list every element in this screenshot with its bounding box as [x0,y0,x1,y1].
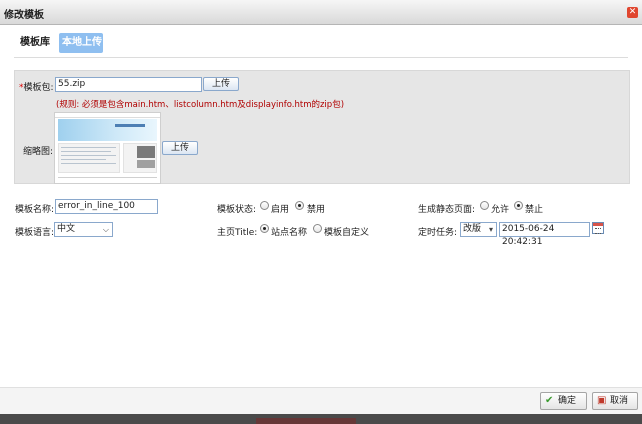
close-icon[interactable]: ✕ [627,7,638,18]
status-enable-label: 启用 [271,205,290,215]
task-type-value: 改版 [463,224,482,234]
static-allow-label: 允许 [491,205,510,215]
status-disable-label: 禁用 [307,205,326,215]
dialog-title: 修改模板 [4,10,44,21]
title-custom-label: 模板自定义 [324,228,370,238]
cancel-label: 取消 [610,396,629,406]
thumbnail-label: 缩略图: [23,147,54,157]
bottom-bar [0,414,642,424]
title-site-name-radio[interactable] [260,224,269,233]
confirm-button[interactable]: ✔ 确定 [540,392,587,410]
package-label-text: 模板包: [23,83,54,93]
chevron-down-icon: ⌵ [102,225,109,234]
tab-divider [14,57,628,58]
static-page-label: 生成静态页面: [418,205,476,215]
package-file-input[interactable]: 55.zip [55,77,202,92]
confirm-label: 确定 [558,396,577,406]
static-forbid-radio[interactable] [514,201,523,210]
thumbnail-preview [54,112,161,184]
template-name-input[interactable]: error_in_line_100 [55,199,158,214]
package-upload-button[interactable]: 上传 [203,77,239,91]
package-label: *模板包: [19,80,54,93]
title-custom-radio[interactable] [313,224,322,233]
dropdown-arrow-icon: ▾ [488,225,493,234]
task-type-select[interactable]: 改版 ▾ [460,222,497,237]
tab-local-upload[interactable]: 本地上传 [59,33,103,53]
language-select[interactable]: 中文 ⌵ [54,222,113,237]
task-datetime-input[interactable]: 2015-06-24 20:42:31 [499,222,590,247]
status-disable-radio[interactable] [295,201,304,210]
title-site-name-label: 站点名称 [271,228,308,238]
status-enable-radio[interactable] [260,201,269,210]
language-select-value: 中文 [57,224,76,234]
template-language-label: 模板语言: [15,228,55,238]
calendar-icon[interactable] [592,222,604,234]
cancel-icon: ▣ [597,395,607,406]
checkmark-icon: ✔ [545,395,554,406]
cancel-button[interactable]: ▣ 取消 [592,392,638,410]
dialog-titlebar: 修改模板 ✕ [0,0,642,25]
upload-rule-text: (规则: 必须是包含main.htm、listcolumn.htm及displa… [56,100,345,110]
static-allow-radio[interactable] [480,201,489,210]
tab-template-library[interactable]: 模板库 [20,33,50,53]
template-status-label: 模板状态: [217,205,257,215]
static-forbid-label: 禁止 [525,205,544,215]
template-name-label: 模板名称: [15,205,55,215]
scheduled-task-label: 定时任务: [418,228,458,238]
thumbnail-upload-button[interactable]: 上传 [162,141,198,155]
homepage-title-label: 主页Title: [217,228,258,238]
